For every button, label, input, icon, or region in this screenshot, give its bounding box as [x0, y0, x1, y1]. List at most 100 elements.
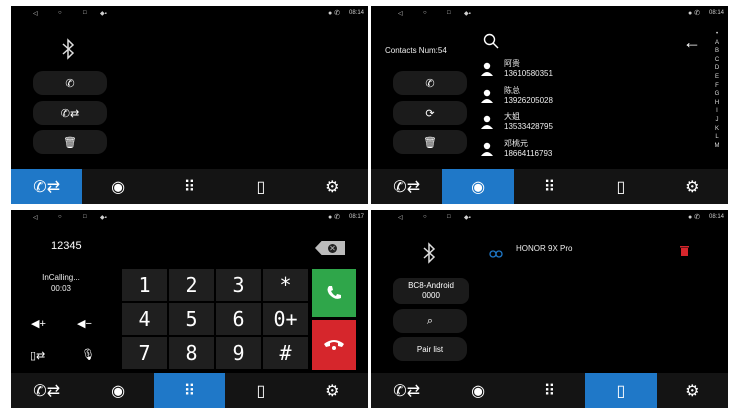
- back-arrow-icon[interactable]: ←: [683, 32, 701, 53]
- gear-icon: ⚙: [685, 178, 700, 196]
- sync-button[interactable]: ⟳: [393, 101, 467, 125]
- key-9[interactable]: 9: [216, 337, 261, 369]
- search-devices-button[interactable]: ⌕: [393, 309, 467, 333]
- tab-call[interactable]: ✆⇄: [371, 169, 442, 204]
- search-icon[interactable]: [483, 33, 499, 54]
- tab-dialpad[interactable]: ⠿: [153, 373, 226, 408]
- tab-settings[interactable]: ⚙: [297, 169, 368, 204]
- bluetooth-icon: [421, 242, 437, 270]
- home-icon[interactable]: ○: [423, 214, 427, 220]
- gear-icon: ⚙: [325, 382, 340, 400]
- contacts-count: Contacts Num:54: [385, 46, 447, 55]
- list-item[interactable]: 阿贵 13610580351: [481, 58, 641, 84]
- tab-dialpad[interactable]: ⠿: [514, 373, 585, 408]
- tab-call[interactable]: ✆⇄: [11, 169, 83, 204]
- clock: 08:14: [708, 214, 724, 220]
- contact-number: 13533428795: [504, 122, 553, 131]
- audio-transfer-button[interactable]: ▯⇄: [30, 349, 45, 362]
- device-icon: ▯: [616, 382, 626, 400]
- tab-settings[interactable]: ⚙: [297, 373, 368, 408]
- key-6[interactable]: 6: [216, 303, 261, 335]
- tab-device[interactable]: ▯: [225, 169, 296, 204]
- location-phone-icon: ● ✆: [687, 214, 700, 221]
- panel-dialer: ◁ ○ □ ◆▪ ● ✆ 08:17 12345 ✕ InCalling... …: [11, 210, 368, 408]
- back-icon[interactable]: ◁: [398, 10, 403, 17]
- contact-number: 18664116793: [504, 149, 553, 158]
- phone-icon: ✆: [65, 77, 75, 90]
- paired-device-name[interactable]: HONOR 9X Pro: [516, 244, 572, 253]
- list-item[interactable]: 邓桃元 18664116793: [481, 138, 641, 164]
- key-4[interactable]: 4: [122, 303, 167, 335]
- contact-name: 大姐: [504, 112, 520, 121]
- hangup-icon: [324, 340, 344, 350]
- tab-contacts[interactable]: ◉: [442, 373, 513, 408]
- call-button[interactable]: ✆: [393, 71, 467, 95]
- tab-settings[interactable]: ⚙: [657, 373, 728, 408]
- backspace-button[interactable]: ✕: [315, 241, 345, 255]
- tab-call[interactable]: ✆⇄: [11, 373, 82, 408]
- key-hash[interactable]: #: [263, 337, 308, 369]
- phone-transfer-icon: ✆⇄: [393, 178, 421, 196]
- volume-down-button[interactable]: ◀−: [77, 317, 92, 330]
- key-5[interactable]: 5: [169, 303, 214, 335]
- tab-contacts[interactable]: ◉: [442, 169, 514, 204]
- list-item[interactable]: 大姐 13533428795: [481, 111, 641, 137]
- grid-icon: ⠿: [183, 382, 196, 400]
- device-search-icon: ⌕: [426, 314, 434, 327]
- tab-contacts[interactable]: ◉: [82, 169, 153, 204]
- contact-name: 阿贵: [504, 59, 520, 68]
- tab-device[interactable]: ▯: [585, 373, 657, 408]
- recents-icon[interactable]: □: [447, 10, 451, 16]
- recents-icon[interactable]: □: [83, 214, 87, 220]
- list-item[interactable]: 陈总 13926205028: [481, 85, 641, 111]
- hangup-button[interactable]: [312, 320, 356, 370]
- home-icon[interactable]: ○: [58, 214, 62, 220]
- key-2[interactable]: 2: [169, 269, 214, 301]
- home-icon[interactable]: ○: [58, 10, 62, 16]
- home-icon[interactable]: ○: [423, 10, 427, 16]
- local-device-info: BC8-Android 0000: [393, 278, 469, 304]
- bottom-nav: ✆⇄ ◉ ⠿ ▯ ⚙: [371, 373, 728, 408]
- key-7[interactable]: 7: [122, 337, 167, 369]
- answer-button[interactable]: [312, 269, 356, 317]
- delete-button[interactable]: 🗑: [33, 130, 107, 154]
- trash-icon[interactable]: [680, 243, 689, 261]
- key-0-plus[interactable]: 0+: [263, 303, 308, 335]
- microphone-button[interactable]: 🎙: [81, 348, 95, 361]
- status-bar: ◁ ○ □ ◆▪ ● ✆ 08:17: [11, 210, 368, 224]
- call-button[interactable]: ✆: [33, 71, 107, 95]
- tab-dialpad[interactable]: ⠿: [154, 169, 225, 204]
- back-icon[interactable]: ◁: [398, 214, 403, 221]
- key-8[interactable]: 8: [169, 337, 214, 369]
- volume-up-button[interactable]: ◀+: [31, 317, 46, 330]
- key-3[interactable]: 3: [216, 269, 261, 301]
- notification-icon: ◆▪: [100, 11, 107, 17]
- recents-icon[interactable]: □: [447, 214, 451, 220]
- recents-icon[interactable]: □: [83, 10, 87, 16]
- notification-icon: ◆▪: [100, 215, 107, 221]
- back-icon[interactable]: ◁: [33, 10, 38, 17]
- person-circle-icon: ◉: [111, 178, 126, 196]
- person-circle-icon: ◉: [471, 178, 486, 196]
- alphabet-index[interactable]: • A B CDE FGH IJK LM: [712, 30, 722, 150]
- call-transfer-button[interactable]: ✆⇄: [33, 101, 107, 125]
- tab-settings[interactable]: ⚙: [657, 169, 728, 204]
- pair-list-button[interactable]: Pair list: [393, 337, 467, 361]
- clock: 08:17: [348, 214, 364, 220]
- device-icon: ▯: [616, 178, 626, 196]
- delete-button[interactable]: 🗑: [393, 130, 467, 154]
- person-icon: [481, 115, 493, 134]
- contact-name: 陈总: [504, 86, 520, 95]
- back-icon[interactable]: ◁: [33, 214, 38, 221]
- contact-number: 13610580351: [504, 69, 553, 78]
- tab-device[interactable]: ▯: [585, 169, 656, 204]
- bottom-nav: ✆⇄ ◉ ⠿ ▯ ⚙: [371, 169, 728, 204]
- grid-icon: ⠿: [543, 382, 556, 400]
- tab-dialpad[interactable]: ⠿: [514, 169, 585, 204]
- key-star[interactable]: *: [263, 269, 308, 301]
- tab-contacts[interactable]: ◉: [82, 373, 153, 408]
- key-1[interactable]: 1: [122, 269, 167, 301]
- tab-device[interactable]: ▯: [225, 373, 296, 408]
- contact-name: 邓桃元: [504, 139, 528, 148]
- tab-call[interactable]: ✆⇄: [371, 373, 442, 408]
